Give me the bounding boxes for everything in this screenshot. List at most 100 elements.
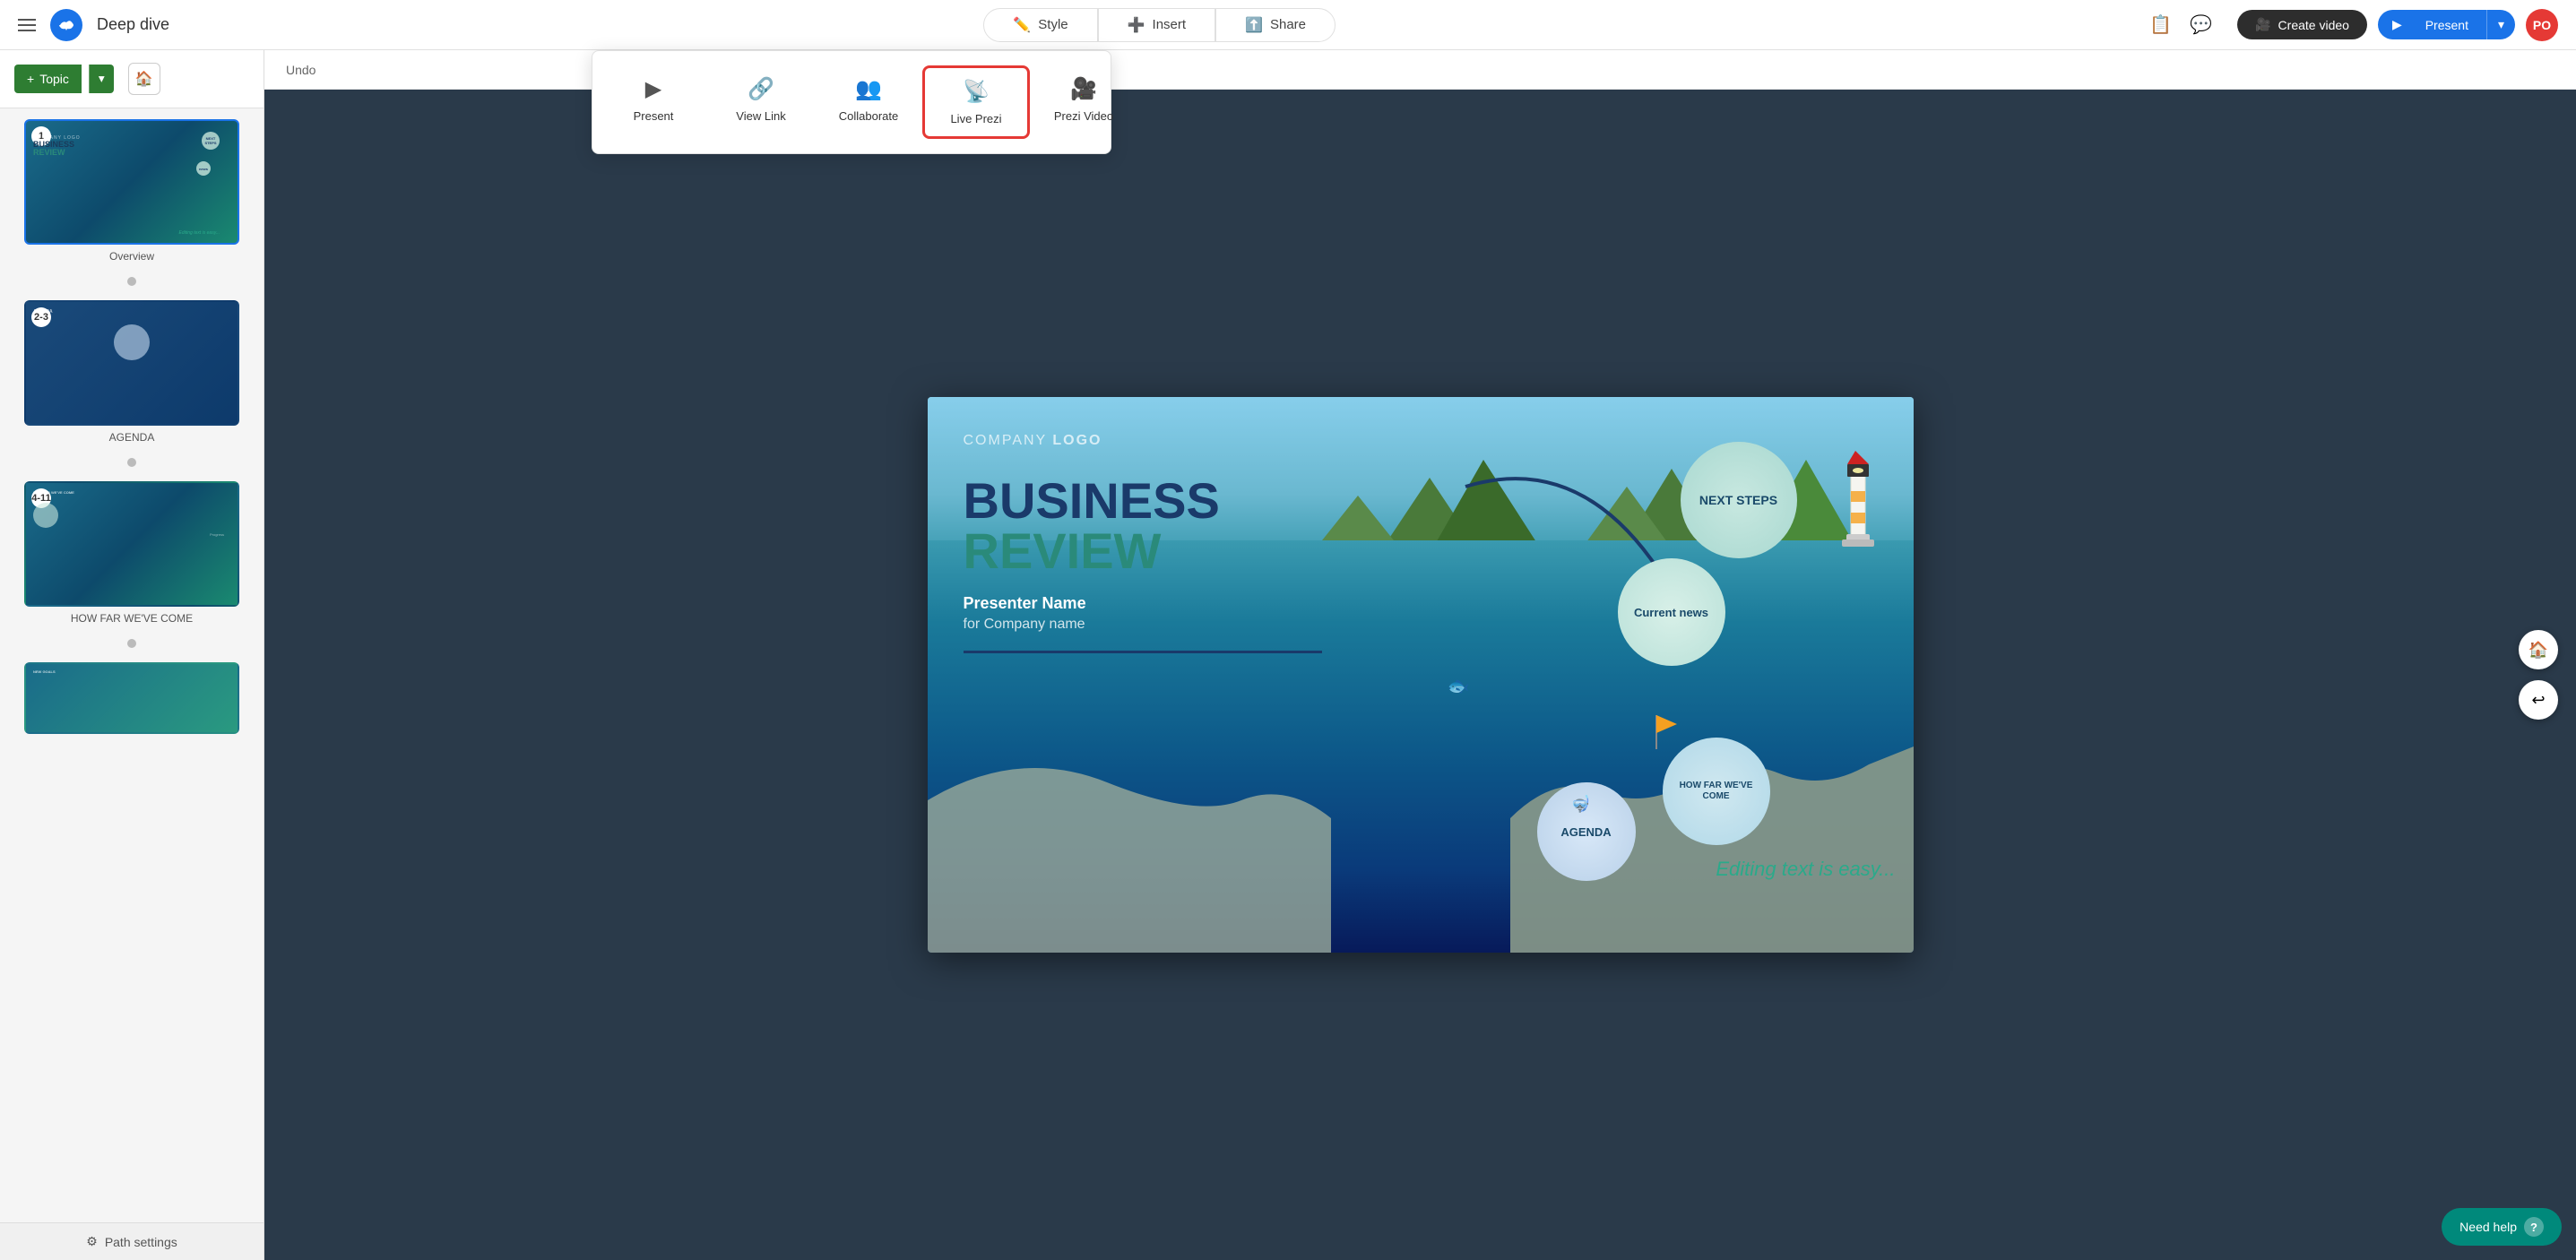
prezivideo-icon: 🎥 bbox=[1070, 76, 1097, 102]
diver-icon: 🤿 bbox=[1570, 795, 1590, 814]
divider-line bbox=[964, 651, 1322, 653]
flag bbox=[1652, 715, 1679, 755]
avatar[interactable]: PO bbox=[2526, 9, 2558, 41]
link-icon: 🔗 bbox=[748, 76, 774, 102]
share-present-item[interactable]: ▶ Present bbox=[600, 65, 707, 134]
nav-back-button[interactable]: ↩ bbox=[2519, 680, 2558, 720]
sidebar: + Topic ▾ 🏠 1 COMPANY LOGO BUSINESS REVI… bbox=[0, 50, 264, 1260]
slide-thumb-2[interactable]: 2-3 AGENDA bbox=[24, 300, 239, 426]
insert-icon: ➕ bbox=[1128, 16, 1145, 34]
logo-bold: LOGO bbox=[1052, 433, 1102, 448]
share-dropdown: ▶ Present 🔗 View Link 👥 Collaborate 📡 Li… bbox=[592, 50, 1111, 154]
share-viewlink-label: View Link bbox=[736, 109, 785, 123]
undo-button[interactable]: Undo bbox=[286, 63, 316, 77]
sidebar-items: 1 COMPANY LOGO BUSINESS REVIEW NEXT STEP… bbox=[0, 108, 264, 1222]
present-chevron-icon[interactable]: ▾ bbox=[2486, 10, 2515, 39]
need-help-label: Need help bbox=[2459, 1220, 2517, 1234]
present-button[interactable]: ▶ Present ▾ bbox=[2378, 10, 2515, 39]
circle-how-far[interactable]: HOW FAR WE'VE COME bbox=[1663, 738, 1770, 845]
tab-insert[interactable]: ➕ Insert bbox=[1098, 8, 1215, 42]
slide-thumb-1[interactable]: 1 COMPANY LOGO BUSINESS REVIEW NEXT STEP… bbox=[24, 119, 239, 245]
share-prezivideo-label: Prezi Video bbox=[1054, 109, 1113, 123]
share-liveprezi-item[interactable]: 📡 Live Prezi bbox=[922, 65, 1030, 139]
slide-label-3: HOW FAR WE'VE COME bbox=[71, 612, 193, 625]
thumb-circle-next: NEXT STEPS bbox=[202, 132, 220, 150]
topic-button[interactable]: + Topic bbox=[14, 65, 82, 93]
connector-1 bbox=[7, 277, 256, 286]
topic-chevron-button[interactable]: ▾ bbox=[89, 65, 114, 93]
topbar-left: Deep dive bbox=[0, 9, 187, 41]
plus-icon: + bbox=[27, 72, 34, 86]
connector-2 bbox=[7, 458, 256, 467]
presenter-name: Presenter Name bbox=[964, 594, 1322, 613]
menu-icon[interactable] bbox=[18, 19, 36, 31]
fish-icon: 🐟 bbox=[1448, 675, 1470, 697]
circle-next-steps[interactable]: NEXT STEPS bbox=[1681, 442, 1797, 558]
topbar-right: 📋 💬 🎥 Create video ▶ Present ▾ PO bbox=[2131, 9, 2576, 41]
thumb-inner-4: NEW GOALS bbox=[26, 664, 238, 732]
share-collaborate-item[interactable]: 👥 Collaborate bbox=[815, 65, 922, 134]
need-help-button[interactable]: Need help ? bbox=[2442, 1208, 2562, 1246]
video-camera-icon: 🎥 bbox=[2255, 17, 2270, 32]
thumb-circle-news: news bbox=[196, 161, 211, 176]
main-canvas: COMPANY LOGO BUSINESS REVIEW Presenter N… bbox=[264, 90, 2576, 1260]
style-icon: ✏️ bbox=[1013, 16, 1031, 34]
share-viewlink-item[interactable]: 🔗 View Link bbox=[707, 65, 815, 134]
path-settings-button[interactable]: ⚙ Path settings bbox=[14, 1234, 249, 1249]
title-line1: BUSINESS bbox=[964, 476, 1322, 526]
sidebar-item-overview[interactable]: 1 COMPANY LOGO BUSINESS REVIEW NEXT STEP… bbox=[7, 119, 256, 263]
title-line2: REVIEW bbox=[964, 526, 1322, 576]
notes-icon[interactable]: 📋 bbox=[2149, 13, 2172, 36]
tab-share[interactable]: ⬆️ Share bbox=[1215, 8, 1336, 42]
nav-home-button[interactable]: 🏠 bbox=[2519, 630, 2558, 669]
share-present-label: Present bbox=[634, 109, 674, 123]
slide-text-area: COMPANY LOGO BUSINESS REVIEW Presenter N… bbox=[964, 433, 1322, 653]
next-steps-text: NEXT STEPS bbox=[1699, 493, 1777, 507]
slide-thumb-4[interactable]: NEW GOALS bbox=[24, 662, 239, 734]
sidebar-home-button[interactable]: 🏠 bbox=[128, 63, 160, 95]
thumb-inner-2: AGENDA bbox=[26, 302, 238, 424]
presenter-sub: for Company name bbox=[964, 617, 1322, 633]
how-far-text: HOW FAR WE'VE COME bbox=[1663, 777, 1770, 806]
sidebar-toolbar: + Topic ▾ 🏠 bbox=[0, 50, 264, 108]
share-liveprezi-label: Live Prezi bbox=[950, 112, 1001, 125]
agenda-text: AGENDA bbox=[1560, 825, 1611, 839]
slide-label-2: AGENDA bbox=[109, 431, 155, 444]
share-prezivideo-item[interactable]: 🎥 Prezi Video bbox=[1030, 65, 1137, 134]
topic-label: Topic bbox=[39, 72, 69, 86]
path-settings-label: Path settings bbox=[105, 1235, 177, 1249]
share-icon: ⬆️ bbox=[1245, 16, 1263, 34]
create-video-button[interactable]: 🎥 Create video bbox=[2237, 10, 2367, 39]
slide-thumb-3[interactable]: 4-11 HOW FAR WE'VE COME Progress bbox=[24, 481, 239, 607]
slide-label-1: Overview bbox=[109, 250, 154, 263]
thumb-inner-1: COMPANY LOGO BUSINESS REVIEW NEXT STEPS … bbox=[26, 121, 238, 243]
lighthouse bbox=[1833, 446, 1878, 567]
present-play-icon: ▶ bbox=[2378, 10, 2407, 39]
current-news-text: Current news bbox=[1634, 606, 1708, 619]
editing-text: Editing text is easy... bbox=[1716, 858, 1895, 881]
prezi-logo-icon[interactable] bbox=[50, 9, 82, 41]
share-label: Share bbox=[1270, 17, 1306, 32]
style-label: Style bbox=[1038, 17, 1068, 32]
sidebar-item-howfar[interactable]: 4-11 HOW FAR WE'VE COME Progress HOW FAR… bbox=[7, 481, 256, 625]
connector-3 bbox=[7, 639, 256, 648]
liveprezi-icon: 📡 bbox=[963, 79, 990, 105]
collaborate-icon: 👥 bbox=[855, 76, 882, 102]
connector-dot-3 bbox=[127, 639, 136, 648]
share-collaborate-label: Collaborate bbox=[839, 109, 899, 123]
create-video-label: Create video bbox=[2278, 18, 2349, 32]
connector-dot-1 bbox=[127, 277, 136, 286]
thumb-inner-3: HOW FAR WE'VE COME Progress bbox=[26, 483, 238, 605]
comments-icon[interactable]: 💬 bbox=[2190, 13, 2212, 36]
connector-dot-2 bbox=[127, 458, 136, 467]
circle-current-news[interactable]: Current news bbox=[1618, 558, 1725, 666]
right-nav: 🏠 ↩ bbox=[2519, 630, 2558, 720]
presentation-slide[interactable]: COMPANY LOGO BUSINESS REVIEW Presenter N… bbox=[928, 397, 1914, 953]
tab-style[interactable]: ✏️ Style bbox=[983, 8, 1097, 42]
path-settings-bar: ⚙ Path settings bbox=[0, 1222, 264, 1260]
sidebar-item-newgoals[interactable]: NEW GOALS bbox=[7, 662, 256, 734]
business-review-title: BUSINESS REVIEW bbox=[964, 476, 1322, 576]
present-label: Present bbox=[2407, 11, 2486, 39]
topbar-action-icons: 📋 💬 bbox=[2149, 13, 2212, 36]
sidebar-item-agenda[interactable]: 2-3 AGENDA AGENDA bbox=[7, 300, 256, 444]
